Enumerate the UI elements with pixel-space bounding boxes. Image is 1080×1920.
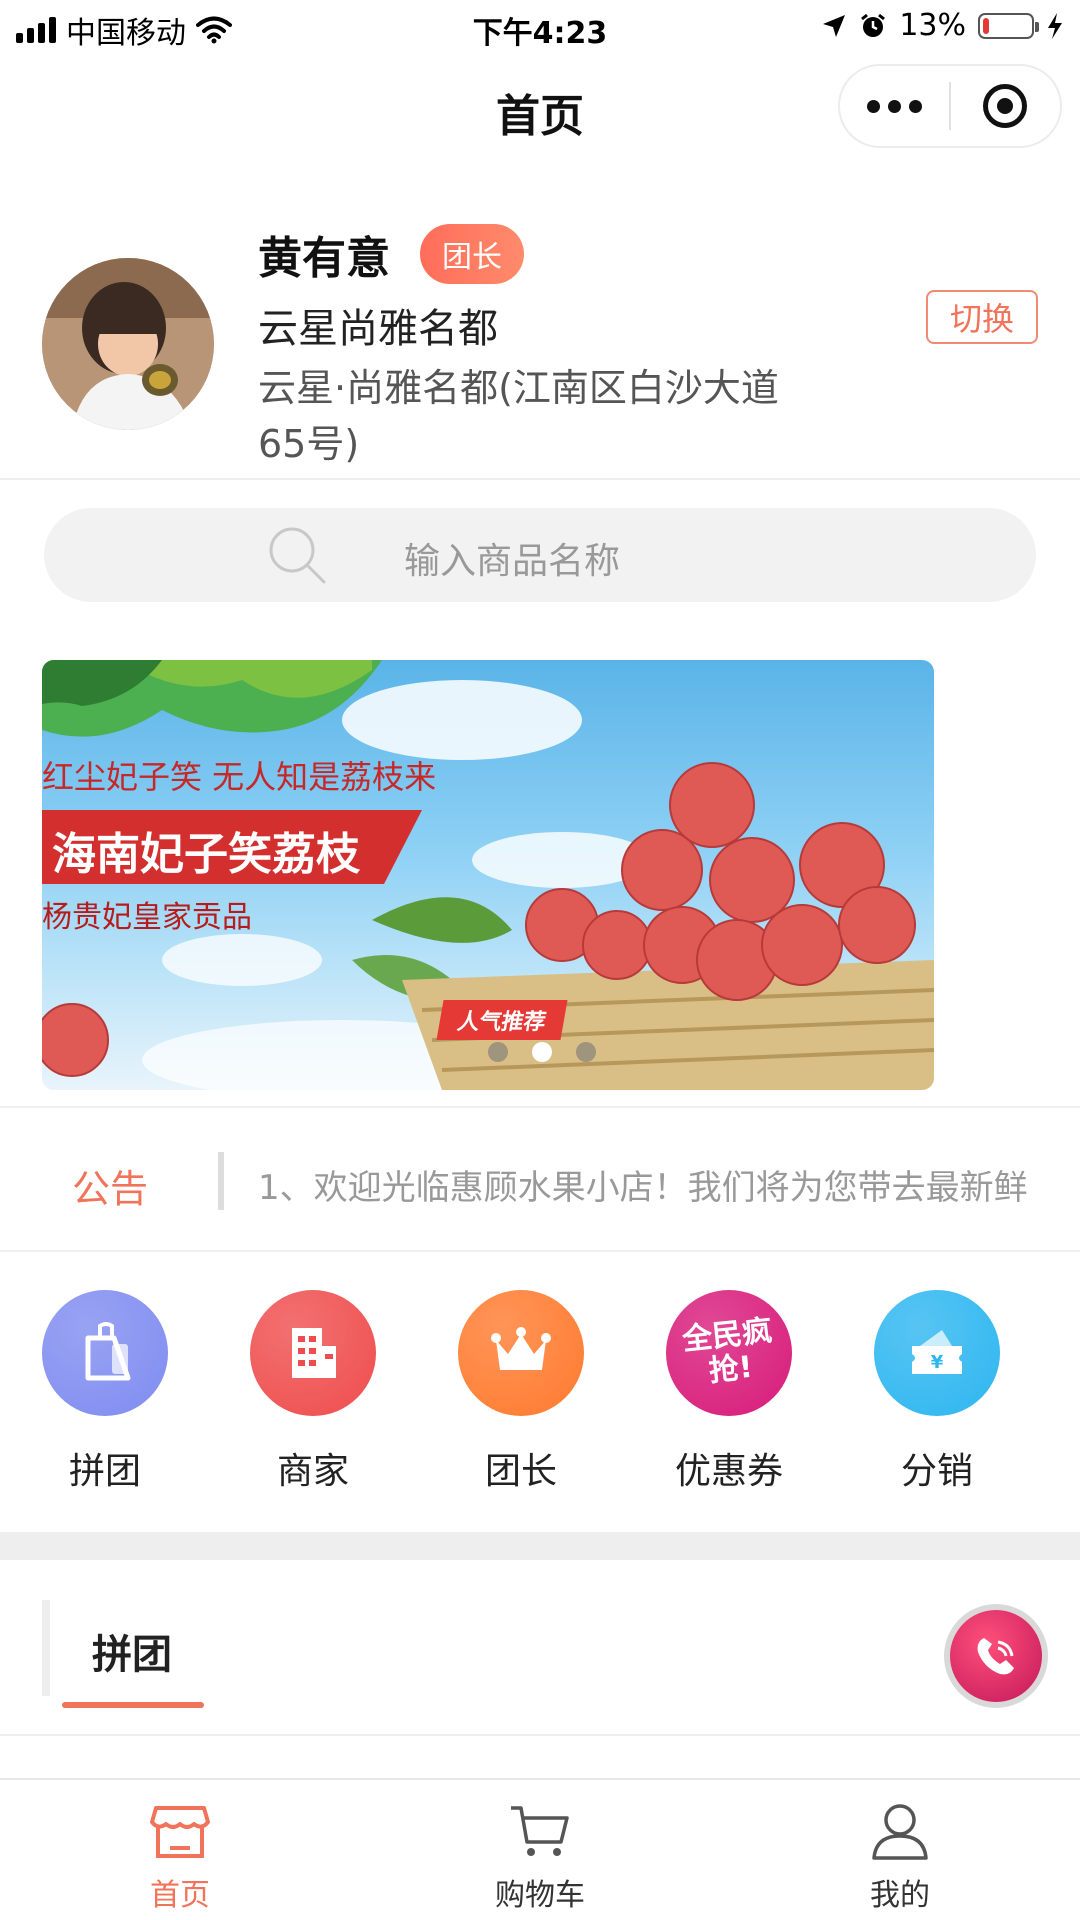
promo-banner[interactable]: 红尘妃子笑 无人知是荔枝来 海南妃子笑荔枝 杨贵妃皇家贡品 人气推荐 [42, 660, 934, 1090]
grid-label: 商家 [276, 1451, 349, 1492]
tab-bar: 首页 购物车 我的 [0, 1778, 1080, 1920]
switch-button[interactable]: 切换 [926, 290, 1038, 344]
leader-profile: 黄有意 团长 云星尚雅名都 云星·尚雅名都(江南区白沙大道65号) 切换 [0, 210, 1080, 480]
grid-label: 优惠券 [674, 1451, 783, 1492]
phone-icon [977, 1638, 1014, 1675]
avatar [42, 258, 214, 430]
grid-item-leader[interactable]: 团长 [441, 1290, 601, 1494]
divider [0, 1734, 1080, 1736]
banner-headline: 海南妃子笑荔枝 [42, 810, 422, 884]
cart-icon [511, 1806, 569, 1856]
flash-sale-icon: 全民疯抢! [666, 1290, 792, 1416]
group-buy-tag-icon [42, 1290, 168, 1416]
status-bar: 中国移动 下午4:23 13% [0, 0, 1080, 54]
grid-label: 拼团 [68, 1451, 141, 1492]
grid-item-coupon[interactable]: 全民疯抢! 优惠券 [649, 1290, 809, 1494]
leader-name: 黄有意 [258, 233, 390, 284]
location-arrow-icon [823, 14, 846, 37]
banner-line1: 红尘妃子笑 无人知是荔枝来 [42, 758, 437, 796]
search-placeholder: 输入商品名称 [404, 541, 621, 582]
notice-label: 公告 [72, 1167, 149, 1211]
category-grid: 拼团 商家 团长 全民疯抢! 优惠券 ¥ 分销 [0, 1290, 1080, 1530]
name-row: 黄有意 团长 [258, 222, 524, 286]
section-gap [0, 1532, 1080, 1560]
section-title[interactable]: 拼团 [92, 1622, 172, 1680]
carousel-dot[interactable] [532, 1042, 552, 1062]
flash-sale-icon-text: 全民疯抢! [680, 1313, 774, 1390]
community-name: 云星尚雅名都 [258, 306, 498, 352]
grid-item-group-buy[interactable]: 拼团 [25, 1290, 185, 1494]
tab-label: 我的 [870, 1878, 930, 1913]
ticket-yen-icon: ¥ [874, 1290, 1000, 1416]
battery-level [983, 17, 989, 34]
tab-cart[interactable]: 购物车 [440, 1780, 640, 1914]
battery-icon [978, 12, 1039, 39]
banner-tag: 人气推荐 [436, 1000, 568, 1040]
user-icon [872, 1804, 928, 1860]
close-button[interactable] [951, 84, 1060, 128]
tab-home[interactable]: 首页 [80, 1780, 280, 1914]
tab-me[interactable]: 我的 [800, 1780, 1000, 1914]
search-icon [269, 527, 326, 584]
grid-item-merchant[interactable]: 商家 [233, 1290, 393, 1494]
call-button[interactable] [944, 1604, 1048, 1708]
battery-percent: 13% [899, 8, 966, 43]
target-icon [983, 84, 1028, 128]
crown-icon [458, 1290, 584, 1416]
notice-text: 1、欢迎光临惠顾水果小店！我们将为您带去最新鲜 [258, 1168, 1028, 1208]
community-address: 云星·尚雅名都(江南区白沙大道65号) [258, 366, 779, 466]
carousel-dot[interactable] [488, 1042, 508, 1062]
alarm-icon [861, 13, 886, 37]
mini-program-capsule [838, 64, 1062, 148]
section-underline [62, 1702, 204, 1708]
status-right: 13% [821, 8, 1064, 43]
grid-item-distribution[interactable]: ¥ 分销 [857, 1290, 1017, 1494]
divider [0, 478, 1080, 480]
merchant-building-icon [250, 1290, 376, 1416]
store-icon [150, 1806, 210, 1858]
section-accent-bar [42, 1600, 50, 1696]
grid-label: 分销 [900, 1451, 973, 1492]
tab-label: 购物车 [495, 1878, 585, 1913]
banner-line3: 杨贵妃皇家贡品 [42, 900, 252, 935]
charging-icon [1048, 12, 1062, 39]
carousel-dot[interactable] [576, 1042, 596, 1062]
grid-label: 团长 [484, 1451, 557, 1492]
search-input[interactable]: 输入商品名称 [44, 508, 1036, 602]
tab-label: 首页 [150, 1878, 210, 1913]
more-button[interactable] [840, 99, 949, 113]
notice-divider [218, 1152, 224, 1210]
carousel-dots[interactable] [488, 1042, 596, 1062]
nav-bar: 首页 [0, 54, 1080, 158]
leader-badge: 团长 [420, 224, 524, 284]
notice-bar[interactable]: 公告 1、欢迎光临惠顾水果小店！我们将为您带去最新鲜 [0, 1106, 1080, 1252]
svg-text:¥: ¥ [931, 1352, 944, 1373]
